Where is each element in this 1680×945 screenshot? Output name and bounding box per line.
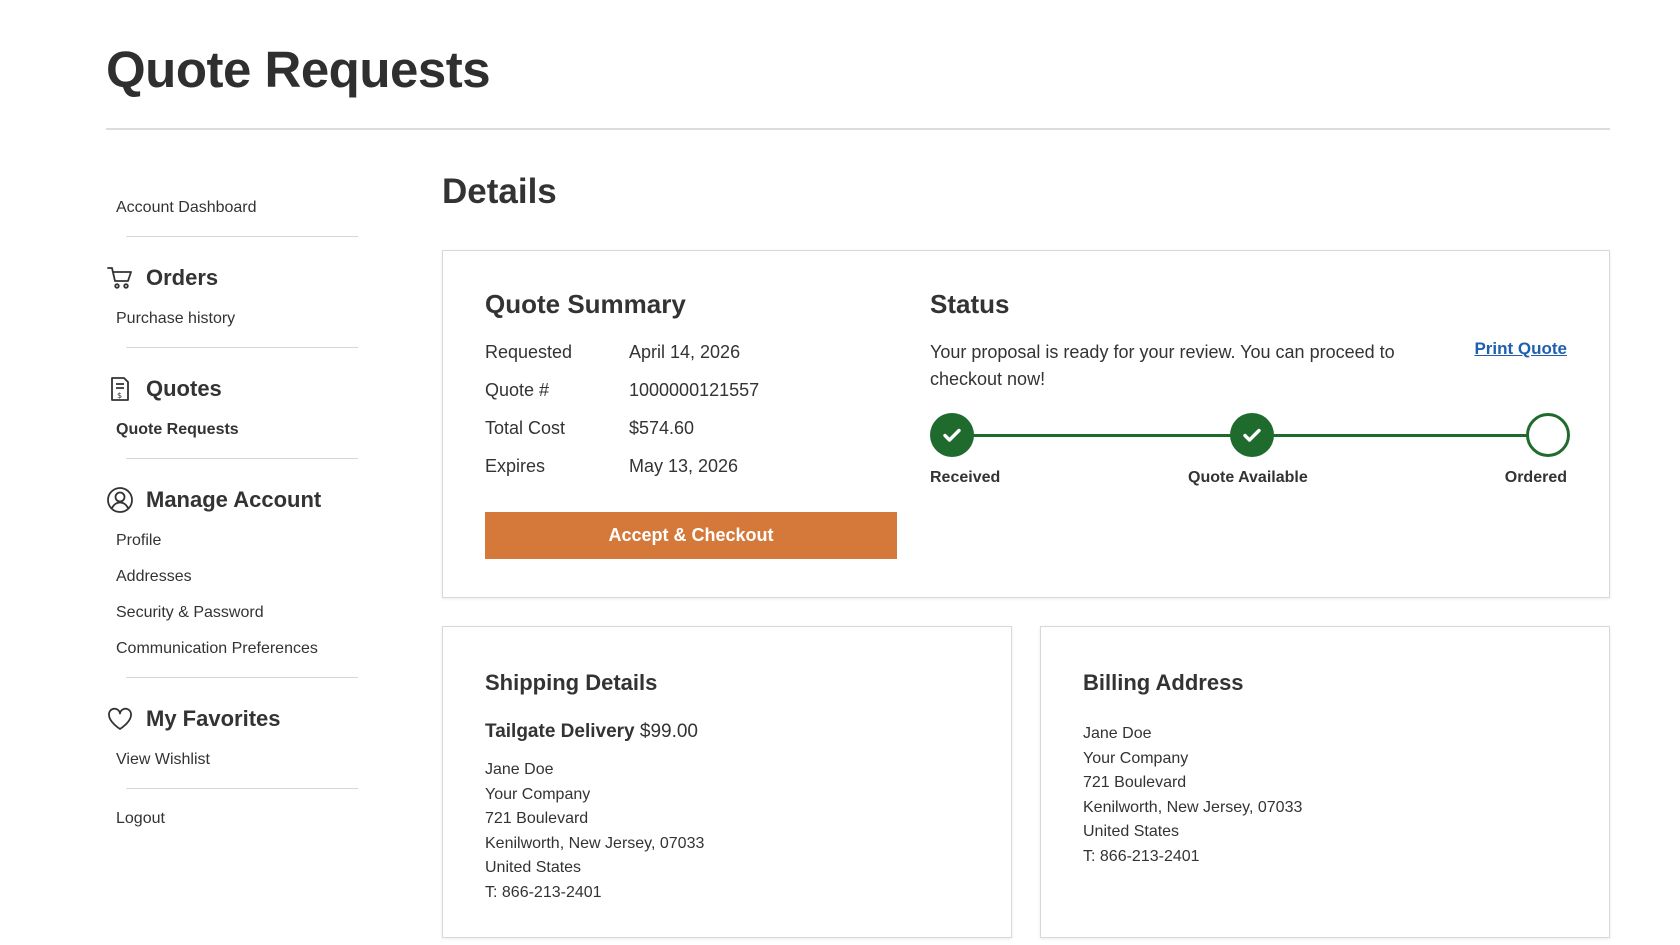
summary-value: May 13, 2026 [629, 456, 739, 476]
address-line: Jane Doe [1083, 725, 1152, 742]
shipping-method-price: $99.00 [639, 721, 699, 742]
billing-heading: Billing Address [1083, 670, 1244, 695]
user-circle-icon [106, 486, 134, 514]
sidebar-item-communication-preferences[interactable]: Communication Preferences [106, 639, 358, 659]
summary-row-expires: Expires May 13, 2026 [485, 456, 738, 477]
address-line: Kenilworth, New Jersey, 07033 [485, 834, 705, 852]
accept-checkout-button[interactable]: Accept & Checkout [485, 512, 897, 559]
shipping-method: Tailgate Delivery $99.00 [485, 721, 698, 743]
step-ordered-circle-icon [1526, 413, 1570, 457]
cart-icon [106, 264, 134, 292]
address-line: T: 866-213-2401 [1083, 847, 1200, 865]
address-line: Your Company [485, 785, 591, 803]
sidebar-heading-favorites: My Favorites [146, 706, 281, 731]
sidebar-section-favorites: My Favorites [106, 704, 358, 734]
sidebar-divider [126, 347, 358, 348]
status-heading: Status [930, 289, 1010, 319]
sidebar-heading-orders: Orders [146, 265, 219, 290]
details-title: Details [442, 172, 557, 211]
summary-value: April 14, 2026 [629, 342, 741, 362]
status-message: Your proposal is ready for your review. … [930, 342, 1395, 389]
step-received-check-icon [930, 413, 974, 457]
account-sidebar: Account Dashboard Orders Purchase histor… [106, 186, 358, 829]
sidebar-section-orders: Orders [106, 263, 358, 293]
step-label-quote-available: Quote Available [1188, 469, 1308, 486]
summary-row-requested: Requested April 14, 2026 [485, 342, 740, 363]
page-title: Quote Requests [106, 41, 491, 98]
sidebar-item-purchase-history[interactable]: Purchase history [106, 309, 358, 329]
sidebar-divider [126, 236, 358, 237]
heart-icon [106, 705, 134, 733]
address-line: T: 866-213-2401 [485, 883, 602, 901]
sidebar-section-manage-account: Manage Account [106, 485, 358, 515]
sidebar-item-quote-requests[interactable]: Quote Requests [106, 420, 358, 440]
summary-value: $574.60 [629, 418, 695, 438]
quote-summary-heading: Quote Summary [485, 289, 686, 319]
address-line: United States [1083, 823, 1180, 840]
shipping-heading: Shipping Details [485, 670, 658, 695]
sidebar-item-account-dashboard[interactable]: Account Dashboard [106, 198, 358, 218]
sidebar-item-addresses[interactable]: Addresses [106, 567, 358, 587]
sidebar-divider [126, 458, 358, 459]
sidebar-heading-quotes: Quotes [146, 376, 222, 401]
address-line: Kenilworth, New Jersey, 07033 [1083, 798, 1303, 816]
summary-value: 1000000121557 [629, 380, 760, 400]
title-divider [106, 128, 1610, 130]
print-quote-link[interactable]: Print Quote [1474, 339, 1567, 359]
sidebar-item-logout[interactable]: Logout [106, 809, 358, 829]
summary-label: Total Cost [485, 418, 566, 438]
summary-row-total-cost: Total Cost $574.60 [485, 418, 694, 439]
address-line: Your Company [1083, 749, 1189, 767]
sidebar-item-view-wishlist[interactable]: View Wishlist [106, 750, 358, 770]
summary-label: Requested [485, 342, 573, 362]
address-line: 721 Boulevard [1083, 774, 1187, 791]
svg-text:$: $ [117, 391, 122, 400]
address-line: United States [485, 859, 582, 876]
sidebar-heading-manage-account: Manage Account [146, 487, 322, 512]
sidebar-divider [126, 788, 358, 789]
shipping-details-card: Shipping Details Tailgate Delivery $99.0… [442, 626, 1012, 938]
sidebar-divider [126, 677, 358, 678]
quote-document-icon: $ [106, 375, 134, 403]
billing-address: Jane Doe Your Company 721 Boulevard Keni… [1083, 722, 1302, 869]
step-label-received: Received [930, 469, 1001, 486]
shipping-method-name: Tailgate Delivery [485, 721, 635, 742]
summary-label: Expires [485, 456, 546, 476]
billing-address-card: Billing Address Jane Doe Your Company 72… [1040, 626, 1610, 938]
status-tracker [930, 413, 1570, 457]
sidebar-item-profile[interactable]: Profile [106, 531, 358, 551]
summary-label: Quote # [485, 380, 550, 400]
address-line: 721 Boulevard [485, 810, 589, 827]
address-line: Jane Doe [485, 761, 554, 778]
step-label-ordered: Ordered [1504, 469, 1567, 486]
sidebar-section-quotes: $ Quotes [106, 374, 358, 404]
step-quote-available-check-icon [1230, 413, 1274, 457]
summary-row-quote-number: Quote # 1000000121557 [485, 380, 759, 401]
quote-summary-card: Quote Summary Requested April 14, 2026 Qu… [442, 250, 1610, 598]
sidebar-item-security-password[interactable]: Security & Password [106, 603, 358, 623]
shipping-address: Jane Doe Your Company 721 Boulevard Keni… [485, 758, 704, 905]
